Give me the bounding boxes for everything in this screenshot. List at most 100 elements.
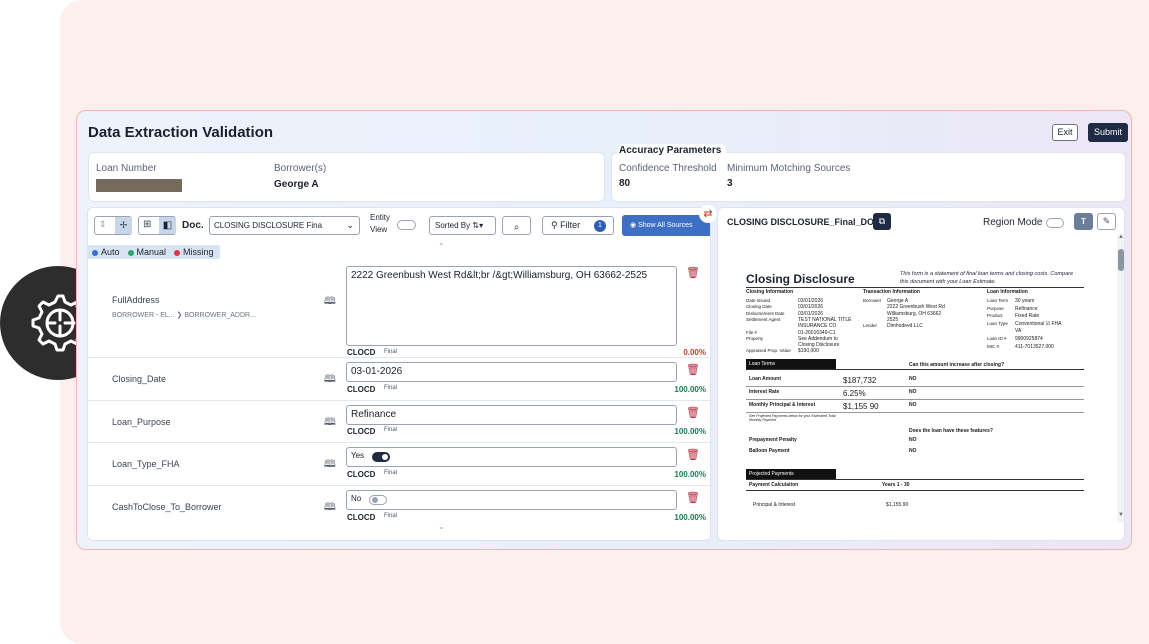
doc-label: Doc.: [182, 220, 204, 231]
doc-term-label: Loan Amount: [749, 376, 782, 382]
entity-view-toggle[interactable]: [397, 220, 416, 230]
years-rule: [746, 490, 1084, 491]
region-mode-toggle[interactable]: [1046, 218, 1064, 228]
open-external-icon[interactable]: ⧉: [873, 213, 891, 230]
field-value-toggle[interactable]: Yes: [346, 447, 677, 467]
edit-mode-button[interactable]: ✎: [1097, 213, 1116, 230]
doc-cell-label: Property: [746, 335, 764, 341]
doc-cell-value: Refinance: [1015, 305, 1038, 312]
legend-manual: Manual: [127, 247, 166, 257]
doc-cell-label: Product: [987, 313, 1003, 319]
doc-cell-label: File #: [746, 329, 758, 335]
field-value-input[interactable]: Refinance: [346, 405, 677, 425]
doc-cell-value: Dimhodevd LLC: [887, 323, 923, 330]
doc-rule: [746, 287, 1084, 288]
doc-cell-label: Loan Type: [987, 320, 1008, 326]
entity-view-label: Entity View: [370, 213, 391, 234]
search-button[interactable]: ⌕: [502, 216, 531, 235]
projected-tab: Projected Payments: [746, 469, 836, 479]
scroll-down-icon[interactable]: ▼: [1118, 512, 1124, 518]
toggle-value-label: No: [351, 494, 362, 503]
matching-sources-value: 3: [727, 178, 733, 189]
exit-button[interactable]: Exit: [1052, 124, 1078, 141]
confidence-pct: 100.00%: [674, 513, 706, 522]
show-all-sources-label: Show All Sources: [638, 222, 693, 229]
terms-rule: [746, 369, 1084, 370]
delete-icon[interactable]: 🗑: [686, 491, 700, 504]
doc-term-answer: NO: [909, 402, 917, 408]
delete-icon[interactable]: 🗑: [686, 448, 700, 461]
submit-button[interactable]: Submit: [1088, 123, 1128, 142]
scroll-up-arrow[interactable]: ⌃: [438, 242, 445, 251]
doc-select[interactable]: CLOSING DISCLOSURE Fina ⌄: [209, 216, 360, 235]
panel-view-icon[interactable]: ◧: [159, 217, 176, 234]
book-icon[interactable]: 🕮: [324, 372, 336, 389]
source-status: Final: [384, 513, 398, 519]
viewer-scrollbar[interactable]: ▲ ▼: [1117, 234, 1124, 522]
field-row-closing-date: Closing_Date 🕮 03-01-2026 🗑 CLOCD Final …: [88, 358, 710, 401]
doc-cell-value: VA: [1015, 328, 1022, 335]
region-mode-label: Region Mode: [983, 217, 1043, 228]
delete-icon[interactable]: 🗑: [686, 406, 700, 419]
doc-term-answer: NO: [909, 389, 917, 395]
delete-icon[interactable]: 🗑: [686, 363, 700, 376]
doc-cell-value: Closing Disclosure: [798, 342, 840, 349]
source-status: Final: [384, 349, 398, 355]
doc-term-rule: [746, 399, 1084, 400]
accuracy-title: Accuracy Parameters: [618, 144, 726, 160]
confidence-pct: 0.00%: [683, 348, 706, 357]
doc-cell-label: Purpose: [987, 305, 1004, 311]
book-icon[interactable]: 🕮: [324, 294, 336, 311]
toggle-off[interactable]: [369, 495, 387, 505]
filter-button[interactable]: ⚲ Filter 1: [542, 216, 614, 235]
book-icon[interactable]: 🕮: [324, 415, 336, 432]
scroll-down-arrow[interactable]: ⌄: [438, 522, 445, 531]
field-row-fulladdress: FullAddress BORROWER - EL... ❯ BORROWER_…: [88, 260, 710, 358]
doc-cell-value: George A: [887, 298, 909, 304]
doc-cell-label: Lender: [863, 323, 878, 329]
toggle-value-label: Yes: [351, 451, 365, 460]
doc-cell-value: 03/01/2026: [798, 310, 824, 317]
swap-icon[interactable]: ⇄: [699, 205, 717, 223]
layout-toggle[interactable]: ⊞ ◧: [138, 216, 176, 235]
book-icon[interactable]: 🕮: [324, 457, 336, 474]
source-status: Final: [384, 427, 398, 433]
projected-rule: [746, 479, 1084, 480]
field-name: Closing_Date: [112, 374, 167, 384]
borrower-value: George A: [274, 179, 319, 190]
field-value-input[interactable]: 03-01-2026: [346, 362, 677, 382]
filter-label: Filter: [560, 220, 581, 230]
fields-panel: ⇕ ✢ ⊞ ◧ Doc. CLOSING DISCLOSURE Fina ⌄ E…: [87, 207, 711, 541]
doc-terms-note: See Projected Payments below for your Es…: [749, 414, 836, 422]
doc-intro: This form is a statement of final loan t…: [900, 271, 1074, 285]
doc-cell-value: 411-7013527.000: [1015, 343, 1054, 350]
toggle-on[interactable]: [372, 452, 390, 462]
scroll-thumb[interactable]: [1118, 249, 1124, 271]
confidence-pct: 100.00%: [674, 470, 706, 479]
doc-feature-answer: NO: [909, 437, 917, 443]
collapse-toggle[interactable]: ⇕ ✢: [94, 216, 132, 235]
years-label: Years 1 - 30: [882, 482, 910, 488]
field-value-toggle[interactable]: No: [346, 490, 677, 510]
doc-cell-value: Fixed Rate: [1015, 313, 1040, 320]
confidence-pct: 100.00%: [674, 427, 706, 436]
doc-cell-value: 03/01/2026: [798, 298, 824, 304]
doc-cell-value: $190,000: [798, 348, 819, 355]
loan-info-head: Loan Information: [987, 289, 1028, 295]
scroll-up-icon[interactable]: ▲: [1118, 234, 1124, 240]
field-value-textarea[interactable]: 2222 Greenbush West Rd&lt;br /&gt;Willia…: [346, 266, 677, 346]
source-code: CLOCD: [347, 513, 376, 522]
text-mode-button[interactable]: T: [1074, 213, 1093, 230]
grid-view-icon[interactable]: ⊞: [143, 219, 151, 230]
field-name: Loan_Purpose: [112, 417, 171, 427]
document-page: Closing Disclosure This form is a statem…: [727, 232, 1117, 540]
sorted-by-select[interactable]: Sorted By ⇅▾: [429, 216, 496, 235]
delete-icon[interactable]: 🗑: [686, 266, 700, 279]
doc-cell-value: 2525: [887, 316, 899, 323]
sorted-by-label: Sorted By: [435, 221, 471, 230]
viewer-file-name: CLOSING DISCLOSURE_Final_DO...: [727, 217, 882, 227]
doc-select-value: CLOSING DISCLOSURE Fina: [214, 221, 323, 230]
doc-feature-label: Balloon Payment: [749, 448, 790, 454]
show-all-sources-button[interactable]: ◉ Show All Sources: [622, 215, 710, 236]
book-icon[interactable]: 🕮: [324, 500, 336, 517]
